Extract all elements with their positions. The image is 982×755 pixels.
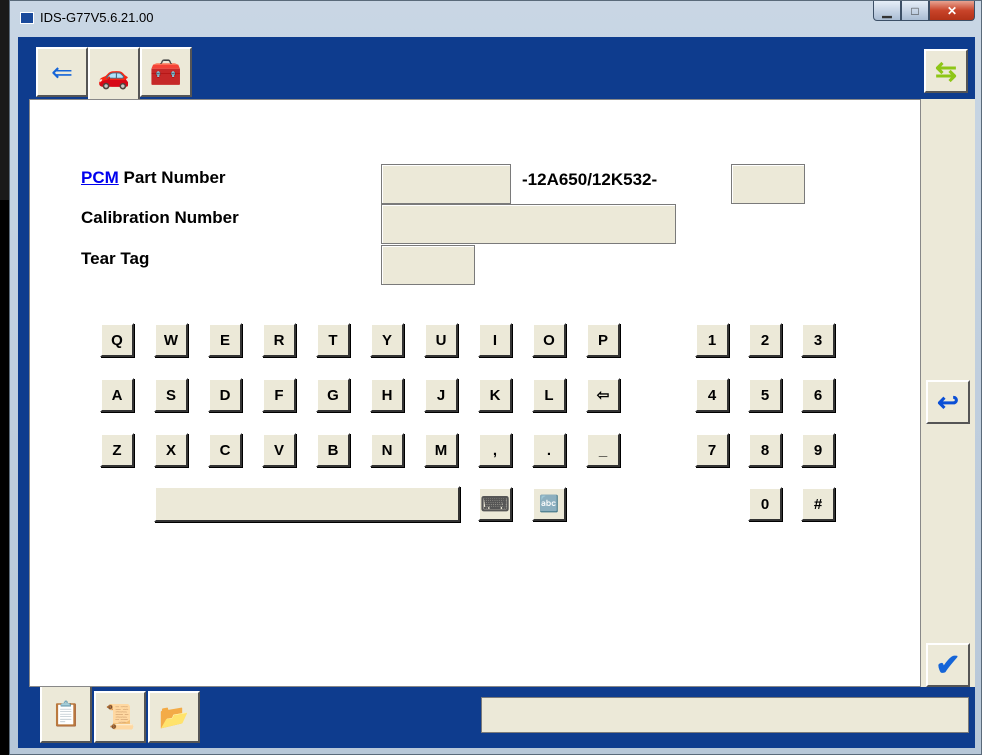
key-comma[interactable]: , (478, 433, 512, 467)
maximize-button[interactable]: □ (901, 1, 929, 21)
key-q[interactable]: Q (100, 323, 134, 357)
space-bar[interactable] (154, 486, 460, 522)
key-6[interactable]: 6 (801, 378, 835, 412)
window-controls: ▁ □ ✕ (873, 1, 975, 21)
tear-tag-label: Tear Tag (81, 249, 150, 268)
key-u[interactable]: U (424, 323, 458, 357)
main-panel: PCM Part Number -12A650/12K532- Calibrat… (29, 99, 921, 687)
key-n[interactable]: N (370, 433, 404, 467)
key-4[interactable]: 4 (695, 378, 729, 412)
datalog-icon: 📋 (51, 700, 81, 728)
pcm-part-number-label: PCM Part Number (81, 168, 226, 187)
key-d[interactable]: D (208, 378, 242, 412)
tab-sessions[interactable]: 📂 (148, 691, 200, 743)
calibration-number-field[interactable] (381, 204, 676, 244)
key-8[interactable]: 8 (748, 433, 782, 467)
tear-tag-field[interactable] (381, 245, 475, 285)
folder-icon: 📂 (159, 703, 189, 731)
backspace-arrow-icon: ⇦ (596, 387, 610, 404)
pcm-link[interactable]: PCM (81, 168, 119, 187)
alpha-mode-button[interactable]: 🔤 (532, 487, 566, 521)
calibration-number-label: Calibration Number (81, 208, 239, 227)
app-icon (20, 12, 34, 24)
key-period[interactable]: . (532, 433, 566, 467)
minimize-button[interactable]: ▁ (873, 1, 901, 21)
key-k[interactable]: K (478, 378, 512, 412)
key-3[interactable]: 3 (801, 323, 835, 357)
tab-toolbox[interactable]: 🧰 (140, 47, 192, 97)
close-button[interactable]: ✕ (929, 1, 975, 21)
key-y[interactable]: Y (370, 323, 404, 357)
vehicle-icon: 🚗 (97, 59, 131, 90)
key-f[interactable]: F (262, 378, 296, 412)
key-1[interactable]: 1 (695, 323, 729, 357)
status-bar (481, 697, 969, 733)
toolbox-icon: 🧰 (149, 56, 183, 87)
part-number-prefix-field[interactable] (381, 164, 511, 204)
keypad-mode-button[interactable]: ⌨ (478, 487, 512, 521)
top-tab-strip: ⇐ 🚗 🧰 ⇆ (18, 37, 975, 101)
client-area: ⇐ 🚗 🧰 ⇆ PCM Part Number -12A650/12K532- (18, 37, 975, 748)
tab-datalog[interactable]: 📋 (40, 687, 92, 743)
key-5[interactable]: 5 (748, 378, 782, 412)
key-j[interactable]: J (424, 378, 458, 412)
app-window: IDS-G77V5.6.21.00 ▁ □ ✕ ⇐ 🚗 🧰 ⇆ PCM Part… (9, 0, 982, 755)
back-button[interactable]: ↩ (926, 380, 970, 424)
key-o[interactable]: O (532, 323, 566, 357)
key-i[interactable]: I (478, 323, 512, 357)
key-a[interactable]: A (100, 378, 134, 412)
confirm-button[interactable]: ✔ (926, 643, 970, 687)
key-9[interactable]: 9 (801, 433, 835, 467)
key-0[interactable]: 0 (748, 487, 782, 521)
key-w[interactable]: W (154, 323, 188, 357)
key-c[interactable]: C (208, 433, 242, 467)
key-r[interactable]: R (262, 323, 296, 357)
key-g[interactable]: G (316, 378, 350, 412)
tab-connect[interactable]: ⇐ (36, 47, 88, 97)
key-t[interactable]: T (316, 323, 350, 357)
connector-icon: ⇐ (51, 56, 73, 87)
part-number-base-label: -12A650/12K532- (522, 170, 658, 189)
alpha-numeric-icon: 🔤 (539, 496, 559, 513)
key-h[interactable]: H (370, 378, 404, 412)
key-7[interactable]: 7 (695, 433, 729, 467)
checkmark-icon: ✔ (935, 648, 961, 682)
tab-notes[interactable]: 📜 (94, 691, 146, 743)
key-b[interactable]: B (316, 433, 350, 467)
scroll-notes-icon: 📜 (105, 703, 135, 731)
title-bar: IDS-G77V5.6.21.00 ▁ □ ✕ (10, 1, 981, 37)
tab-vehicle[interactable]: 🚗 (88, 47, 140, 101)
swap-arrows-icon: ⇆ (935, 55, 957, 86)
key-2[interactable]: 2 (748, 323, 782, 357)
background-strip (0, 200, 9, 755)
key-underscore[interactable]: _ (586, 433, 620, 467)
bottom-tab-strip: 📋 📜 📂 (18, 687, 975, 748)
window-title: IDS-G77V5.6.21.00 (40, 10, 154, 25)
part-number-suffix-field[interactable] (731, 164, 805, 204)
right-toolbar: ↩ ✔ (921, 99, 975, 687)
key-z[interactable]: Z (100, 433, 134, 467)
key-e[interactable]: E (208, 323, 242, 357)
keypad-icon: ⌨ (480, 493, 510, 516)
key-l[interactable]: L (532, 378, 566, 412)
key-hash[interactable]: # (801, 487, 835, 521)
key-m[interactable]: M (424, 433, 458, 467)
key-p[interactable]: P (586, 323, 620, 357)
backspace-key[interactable]: ⇦ (586, 378, 620, 412)
key-s[interactable]: S (154, 378, 188, 412)
key-v[interactable]: V (262, 433, 296, 467)
key-x[interactable]: X (154, 433, 188, 467)
return-arrow-icon: ↩ (937, 386, 959, 417)
swap-button[interactable]: ⇆ (924, 49, 968, 93)
